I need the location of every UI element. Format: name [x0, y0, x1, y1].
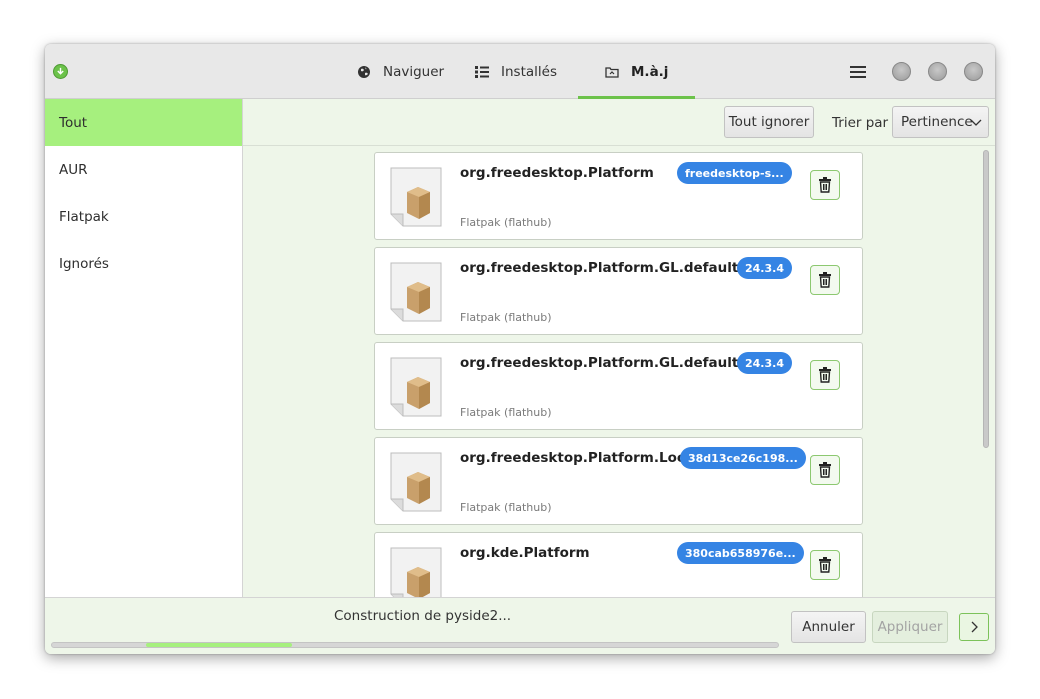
- version-badge: 38d13ce26c198...: [680, 447, 806, 469]
- package-list: org.freedesktop.Platform freedesktop-s..…: [243, 146, 995, 597]
- package-box-icon: [390, 357, 442, 417]
- apply-button[interactable]: Appliquer: [872, 611, 948, 643]
- header-bar: Naviguer Installés M.à.j: [45, 44, 995, 99]
- version-badge: 380cab658976e...: [677, 542, 804, 564]
- updates-toolbar: Tout ignorer Trier par Pertinence: [243, 99, 995, 146]
- package-box-icon: [390, 167, 442, 227]
- package-box-icon: [390, 452, 442, 512]
- package-source: Flatpak (flathub): [460, 501, 552, 514]
- package-source: Flatpak (flathub): [460, 216, 552, 229]
- folder-icon: [605, 65, 619, 79]
- close-button[interactable]: [964, 62, 983, 81]
- trash-icon: [819, 462, 831, 478]
- package-source: Flatpak (flathub): [460, 406, 552, 419]
- maximize-button[interactable]: [928, 62, 947, 81]
- package-card[interactable]: org.freedesktop.Platform freedesktop-s..…: [374, 152, 863, 240]
- trash-button[interactable]: [810, 550, 840, 580]
- footer-bar: Construction de pyside2... Annuler Appli…: [45, 597, 995, 654]
- package-card[interactable]: org.kde.Platform 380cab658976e...: [374, 532, 863, 597]
- trash-icon: [819, 177, 831, 193]
- tab-browse-label: Naviguer: [383, 63, 445, 80]
- build-status-text: Construction de pyside2...: [334, 608, 512, 624]
- trash-icon: [819, 272, 831, 288]
- version-badge: freedesktop-s...: [677, 162, 792, 184]
- sidebar-item-ignored[interactable]: Ignorés: [45, 240, 242, 287]
- package-name: org.kde.Platform: [460, 545, 590, 561]
- package-source: Flatpak (flathub): [460, 311, 552, 324]
- package-card[interactable]: org.freedesktop.Platform.GL.default 24.3…: [374, 342, 863, 430]
- trash-icon: [819, 557, 831, 573]
- package-name: org.freedesktop.Platform.GL.default: [460, 260, 739, 276]
- package-name: org.freedesktop.Platform: [460, 165, 654, 181]
- hamburger-menu-icon[interactable]: [850, 64, 866, 80]
- download-app-icon: [53, 64, 68, 79]
- tab-installed[interactable]: Installés: [475, 44, 570, 99]
- tab-installed-label: Installés: [501, 63, 557, 80]
- sidebar-item-label: Flatpak: [59, 208, 109, 225]
- build-progress-bar: [51, 642, 779, 648]
- sidebar-item-all[interactable]: Tout: [45, 99, 242, 146]
- package-box-icon: [390, 547, 442, 597]
- vertical-scrollbar[interactable]: [983, 150, 989, 448]
- build-progress-fill: [146, 643, 292, 647]
- trash-button[interactable]: [810, 360, 840, 390]
- chevron-down-icon: [970, 116, 982, 128]
- trash-button[interactable]: [810, 170, 840, 200]
- package-name: org.freedesktop.Platform.GL.default: [460, 355, 739, 371]
- sidebar-item-aur[interactable]: AUR: [45, 146, 242, 193]
- package-name: org.freedesktop.Platform.Locale: [460, 450, 708, 466]
- details-toggle-button[interactable]: [959, 613, 989, 641]
- tab-updates[interactable]: M.à.j: [578, 44, 695, 99]
- version-badge: 24.3.4: [737, 257, 792, 279]
- package-box-icon: [390, 262, 442, 322]
- sidebar: Tout AUR Flatpak Ignorés: [45, 99, 243, 597]
- sidebar-item-label: AUR: [59, 161, 88, 178]
- sort-label: Trier par: [832, 115, 889, 131]
- list-icon: [475, 65, 489, 79]
- sidebar-item-label: Ignorés: [59, 255, 109, 272]
- package-card[interactable]: org.freedesktop.Platform.GL.default 24.3…: [374, 247, 863, 335]
- package-card[interactable]: org.freedesktop.Platform.Locale 38d13ce2…: [374, 437, 863, 525]
- cancel-button[interactable]: Annuler: [791, 611, 866, 643]
- trash-button[interactable]: [810, 455, 840, 485]
- trash-button[interactable]: [810, 265, 840, 295]
- sort-value: Pertinence: [901, 114, 973, 130]
- version-badge: 24.3.4: [737, 352, 792, 374]
- trash-icon: [819, 367, 831, 383]
- tab-updates-label: M.à.j: [631, 63, 669, 80]
- minimize-button[interactable]: [892, 62, 911, 81]
- ignore-all-button[interactable]: Tout ignorer: [724, 106, 814, 138]
- app-window: Naviguer Installés M.à.j Tout AUR Flatpa…: [45, 44, 995, 654]
- sidebar-item-label: Tout: [59, 114, 88, 131]
- chevron-right-icon: [971, 621, 978, 633]
- sidebar-item-flatpak[interactable]: Flatpak: [45, 193, 242, 240]
- tab-browse[interactable]: Naviguer: [357, 44, 447, 99]
- globe-icon: [357, 65, 371, 79]
- sort-dropdown[interactable]: Pertinence: [892, 106, 989, 138]
